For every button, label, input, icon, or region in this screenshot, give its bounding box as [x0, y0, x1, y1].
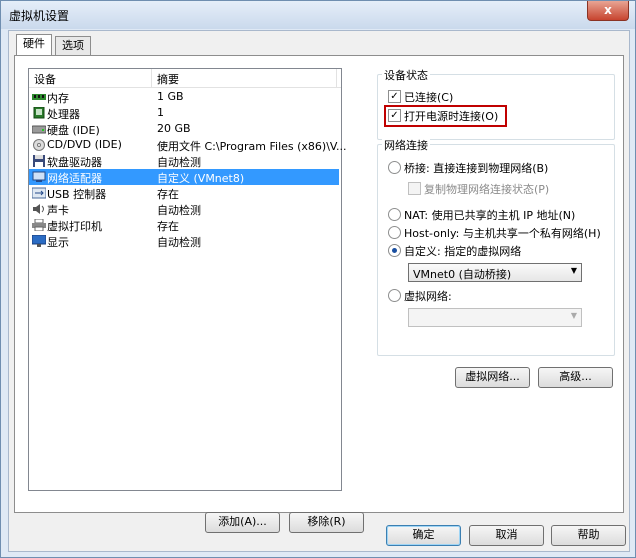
device-summary: 1 GB [157, 90, 184, 103]
host-only-radio[interactable] [388, 226, 401, 239]
replicate-state-checkbox[interactable] [408, 182, 421, 195]
lan-segment-radio[interactable] [388, 289, 401, 302]
hardware-tab-panel: 设备 摘要 内存 1 GB 处理器 1 硬盘 (IDE) 20 GB CD/DV… [14, 55, 624, 533]
device-status-title: 设备状态 [382, 67, 430, 83]
virtual-network-button[interactable]: 虚拟网络... [455, 367, 530, 388]
close-button[interactable]: x [587, 1, 629, 21]
device-name: CD/DVD (IDE) [47, 138, 122, 151]
custom-label: 自定义: 指定的虚拟网络 [404, 245, 522, 258]
device-summary: 存在 [157, 220, 179, 233]
device-row-sound-card[interactable]: 声卡 自动检测 [29, 201, 339, 217]
ok-button[interactable]: 确定 [386, 525, 461, 546]
device-summary: 自动检测 [157, 156, 201, 169]
nat-radio[interactable] [388, 208, 401, 221]
title-bar[interactable]: 虚拟机设置 x [1, 1, 635, 29]
device-row-floppy[interactable]: 软盘驱动器 自动检测 [29, 153, 339, 169]
replicate-state-label: 复制物理网络连接状态(P) [424, 183, 550, 196]
device-name: 虚拟打印机 [47, 220, 102, 233]
connect-at-power-on-checkbox[interactable]: ✓ [388, 109, 401, 122]
column-header-device[interactable]: 设备 [34, 71, 56, 87]
device-row-memory[interactable]: 内存 1 GB [29, 89, 339, 105]
vm-settings-window: 虚拟机设置 x 硬件 选项 设备 摘要 内存 1 GB 处理器 1 硬盘 (ID… [0, 0, 636, 558]
device-list[interactable]: 设备 摘要 内存 1 GB 处理器 1 硬盘 (IDE) 20 GB CD/DV… [28, 68, 347, 491]
sound-card-icon [33, 204, 44, 214]
usb-icon [32, 187, 46, 199]
column-header-summary[interactable]: 摘要 [157, 71, 179, 87]
memory-icon [32, 94, 46, 100]
hard-disk-icon [32, 125, 46, 134]
advanced-button[interactable]: 高级... [538, 367, 613, 388]
help-button[interactable]: 帮助 [551, 525, 626, 546]
add-device-button[interactable]: 添加(A)... [205, 512, 280, 533]
device-row-processor[interactable]: 处理器 1 [29, 105, 339, 121]
window-title: 虚拟机设置 [9, 9, 70, 23]
connect-at-power-on-label: 打开电源时连接(O) [404, 110, 499, 123]
bridged-radio[interactable] [388, 161, 401, 174]
network-connection-group: 网络连接 桥接: 直接连接到物理网络(B) 复制物理网络连接状态(P) NAT:… [377, 137, 615, 356]
lan-segment-label: 虚拟网络: [404, 290, 452, 303]
device-row-hard-disk[interactable]: 硬盘 (IDE) 20 GB [29, 121, 339, 137]
device-summary: 自动检测 [157, 204, 201, 217]
device-name: 显示 [47, 236, 69, 249]
printer-icon [32, 219, 46, 231]
device-summary: 自定义 (VMnet8) [157, 172, 245, 185]
device-summary: 存在 [157, 188, 179, 201]
host-only-label: Host-only: 与主机共享一个私有网络(H) [404, 227, 601, 240]
device-row-display[interactable]: 显示 自动检测 [29, 233, 339, 249]
device-row-usb[interactable]: USB 控制器 存在 [29, 185, 339, 201]
device-name: 硬盘 (IDE) [47, 124, 100, 137]
nat-label: NAT: 使用已共享的主机 IP 地址(N) [404, 209, 576, 222]
device-summary: 使用文件 C:\Program Files (x86)\V... [157, 140, 347, 153]
dropdown-arrow-icon: ▼ [570, 311, 577, 320]
remove-device-button[interactable]: 移除(R) [289, 512, 364, 533]
custom-radio[interactable] [388, 244, 401, 257]
lan-segment-select[interactable]: ▼ [408, 308, 582, 327]
device-summary: 自动检测 [157, 236, 201, 249]
tab-options[interactable]: 选项 [55, 36, 91, 55]
connected-checkbox[interactable]: ✓ [388, 90, 401, 103]
device-name: 网络适配器 [47, 172, 102, 185]
device-row-printer[interactable]: 虚拟打印机 存在 [29, 217, 339, 233]
network-adapter-icon [32, 171, 46, 182]
cancel-button[interactable]: 取消 [469, 525, 544, 546]
device-name: 软盘驱动器 [47, 156, 102, 169]
device-status-group: 设备状态 ✓ 已连接(C) ✓ 打开电源时连接(O) [377, 67, 615, 140]
dialog-body: 硬件 选项 设备 摘要 内存 1 GB 处理器 1 硬盘 (IDE) 20 GB… [8, 30, 630, 552]
tab-hardware[interactable]: 硬件 [16, 34, 52, 55]
custom-network-select[interactable]: VMnet0 (自动桥接) ▼ [408, 263, 582, 282]
device-row-network-adapter[interactable]: 网络适配器 自定义 (VMnet8) [29, 169, 339, 185]
device-row-cd-dvd[interactable]: CD/DVD (IDE) 使用文件 C:\Program Files (x86)… [29, 137, 347, 153]
device-summary: 20 GB [157, 122, 191, 135]
dropdown-arrow-icon: ▼ [570, 266, 577, 275]
processor-icon [33, 107, 45, 119]
display-icon [32, 235, 46, 247]
bridged-label: 桥接: 直接连接到物理网络(B) [404, 162, 549, 175]
device-summary: 1 [157, 106, 164, 119]
cd-dvd-icon [33, 139, 45, 151]
device-name: 处理器 [47, 108, 80, 121]
device-name: 声卡 [47, 204, 69, 217]
custom-network-value: VMnet0 (自动桥接) [413, 268, 512, 281]
device-list-header: 设备 摘要 [29, 69, 341, 88]
network-connection-title: 网络连接 [382, 137, 430, 153]
device-name: USB 控制器 [47, 188, 107, 201]
device-name: 内存 [47, 92, 69, 105]
connected-label: 已连接(C) [404, 91, 454, 104]
floppy-icon [33, 155, 45, 167]
